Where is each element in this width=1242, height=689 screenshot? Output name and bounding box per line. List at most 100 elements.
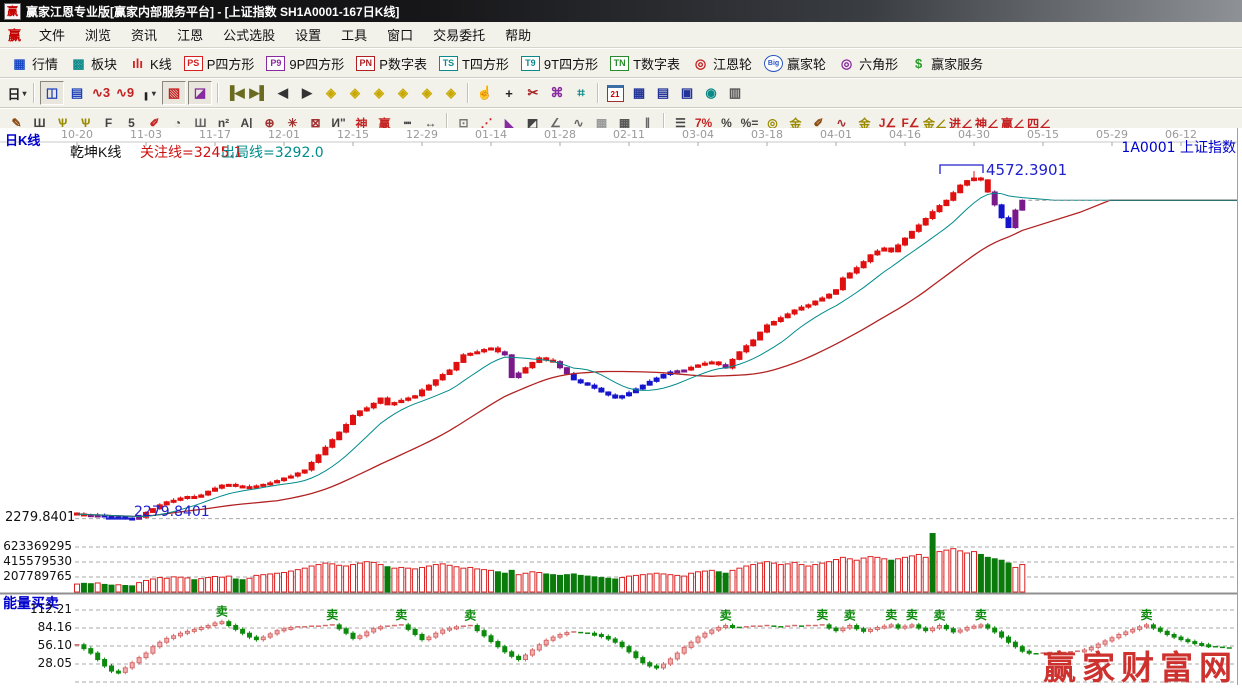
tool-shift-right[interactable]: ◈	[344, 82, 366, 104]
tool-notepad[interactable]: ▤	[652, 82, 674, 104]
expand-h-icon: ◈	[374, 85, 384, 101]
tool-crosshair[interactable]: +	[498, 82, 520, 104]
watermark: 赢家财富网	[1043, 641, 1238, 689]
tool-nav-first[interactable]: ▐◀	[224, 82, 246, 104]
toolbar-item-p9-square[interactable]: P99P四方形	[260, 52, 350, 75]
tool-compress-h[interactable]: ◈	[392, 82, 414, 104]
toolbar-item-kline[interactable]: ılıK线	[123, 52, 178, 75]
menu-item-浏览[interactable]: 浏览	[75, 25, 121, 46]
nav-next-icon: ▶	[302, 85, 312, 101]
toolbar-item-t-square[interactable]: TST四方形	[433, 52, 515, 75]
tool-save-web[interactable]: ◉	[700, 82, 722, 104]
toolbar-item-label: T四方形	[462, 54, 509, 73]
toolbar-item-p-square[interactable]: PSP四方形	[178, 52, 261, 75]
tool-expand-h[interactable]: ◈	[368, 82, 390, 104]
tool-save[interactable]: ▣	[676, 82, 698, 104]
winner-service-icon: $	[910, 55, 927, 71]
toolbar-item-t9-square[interactable]: T99T四方形	[515, 52, 604, 75]
toolbar-item-winner-wheel[interactable]: Big赢家轮	[758, 52, 832, 75]
zone-view-icon: ◫	[46, 85, 58, 101]
date-label: 11-03	[130, 128, 162, 141]
date-label: 12-01	[268, 128, 300, 141]
low-value-label: 2279.8401	[134, 505, 210, 520]
symbol-label[interactable]: 1A0001 上证指数	[1121, 141, 1236, 156]
date-label: 01-28	[544, 128, 576, 141]
tool-expand-all[interactable]: ◈	[416, 82, 438, 104]
toolbar-item-t-number[interactable]: TN T数字表	[604, 52, 686, 75]
wave-9-icon: ∿9	[116, 85, 134, 101]
tool-period-day-dropdown[interactable]: 日▾	[6, 82, 28, 104]
calendar-icon: 21	[607, 85, 624, 102]
tool-nav-next[interactable]: ▶	[296, 82, 318, 104]
tool-printer[interactable]: ▥	[724, 82, 746, 104]
color-chart-icon: ◪	[194, 85, 206, 101]
nav-prev-icon: ◀	[278, 85, 288, 101]
date-label: 10-20	[61, 128, 93, 141]
menu-item-设置[interactable]: 设置	[285, 25, 331, 46]
toolbar-item-label: T数字表	[633, 54, 680, 73]
menu-item-文件[interactable]: 文件	[29, 25, 75, 46]
dropdown-caret-icon: ▾	[23, 89, 27, 98]
title-bar[interactable]: 赢 赢家江恩专业版[赢家内部服务平台] - [上证指数 SH1A0001-167…	[0, 0, 1242, 22]
menu-item-江恩[interactable]: 江恩	[167, 25, 213, 46]
toolbar-item-sectors[interactable]: ▩板块	[64, 52, 123, 75]
toolbar-item-winner-service[interactable]: $赢家服务	[904, 52, 989, 75]
menu-item-资讯[interactable]: 资讯	[121, 25, 167, 46]
tool-wave-3[interactable]: ∿3	[90, 82, 112, 104]
oscillator-axis-label-3: 56.10	[2, 639, 72, 652]
compress-h-icon: ◈	[398, 85, 408, 101]
tool-gann-box-tool[interactable]: ⌘	[546, 82, 568, 104]
t-number-icon: TN	[610, 56, 629, 71]
tool-measure[interactable]: ✂	[522, 82, 544, 104]
expand-all-icon: ◈	[422, 85, 432, 101]
tool-wave-9[interactable]: ∿9	[114, 82, 136, 104]
menu-item-交易委托[interactable]: 交易委托	[423, 25, 495, 46]
tool-info-view[interactable]: ▤	[66, 82, 88, 104]
peak-value-label: 4572.3901	[986, 162, 1067, 179]
toolbar-separator	[33, 83, 35, 103]
app-window: { "window": {"title": "赢家江恩专业版[赢家内部服务平台]…	[0, 0, 1242, 685]
period-label[interactable]: 日K线	[5, 134, 40, 148]
sell-marker: 卖	[844, 608, 856, 623]
chart-canvas[interactable]: 卖卖卖卖卖卖卖卖卖卖卖卖	[0, 128, 1242, 685]
tool-gann-grid-tool[interactable]: ⌗	[570, 82, 592, 104]
exit-line-label: 出局线=3292.0	[221, 146, 324, 161]
shift-right-icon: ◈	[350, 85, 360, 101]
tool-pattern-view[interactable]: ▧	[162, 81, 186, 105]
date-label: 06-12	[1165, 128, 1197, 141]
date-label: 03-18	[751, 128, 783, 141]
tool-zone-view[interactable]: ◫	[40, 81, 64, 105]
toolbar-item-label: 六角形	[859, 54, 898, 73]
tool-shift-left[interactable]: ◈	[320, 82, 342, 104]
menu-item-工具[interactable]: 工具	[331, 25, 377, 46]
measure-icon: ✂	[528, 85, 539, 101]
kline-name-label: 乾坤K线	[70, 145, 121, 160]
menu-item-公式选股[interactable]: 公式选股	[213, 25, 285, 46]
toolbar-icons: 日▾◫▤∿3∿9╻▾▧◪▐◀▶▌◀▶◈◈◈◈◈◈☝+✂⌘⌗21▦▤▣◉▥	[0, 78, 1242, 108]
tool-drag-hand[interactable]: ☝	[474, 82, 496, 104]
date-label: 11-17	[199, 128, 231, 141]
toolbar-item-label: 赢家轮	[787, 54, 826, 73]
oscillator-axis-label-1: 112.21	[2, 603, 72, 616]
oscillator-axis-label-2: 84.16	[2, 621, 72, 634]
toolbar-item-quotes[interactable]: ▦行情	[5, 52, 64, 75]
printer-icon: ▥	[729, 85, 741, 101]
tool-calculator[interactable]: ▦	[628, 82, 650, 104]
p-square-icon: PS	[184, 56, 203, 71]
tool-compress-all[interactable]: ◈	[440, 82, 462, 104]
toolbar-item-gann-wheel[interactable]: ◎江恩轮	[686, 52, 758, 75]
toolbar-item-p-number[interactable]: PNP数字表	[350, 52, 433, 75]
sell-marker: 卖	[216, 604, 228, 619]
tool-calendar[interactable]: 21	[604, 82, 626, 104]
pattern-view-icon: ▧	[168, 85, 180, 101]
toolbar-item-hexagon[interactable]: ◎六角形	[832, 52, 904, 75]
date-label: 04-30	[958, 128, 990, 141]
winner-wheel-icon: Big	[764, 55, 783, 72]
tool-nav-prev[interactable]: ◀	[272, 82, 294, 104]
tool-candle-style-dropdown[interactable]: ╻▾	[138, 82, 160, 104]
oscillator-axis-label-4: 28.05	[2, 657, 72, 670]
tool-nav-last[interactable]: ▶▌	[248, 82, 270, 104]
menu-item-窗口[interactable]: 窗口	[377, 25, 423, 46]
tool-color-chart[interactable]: ◪	[188, 81, 212, 105]
menu-item-帮助[interactable]: 帮助	[495, 25, 541, 46]
